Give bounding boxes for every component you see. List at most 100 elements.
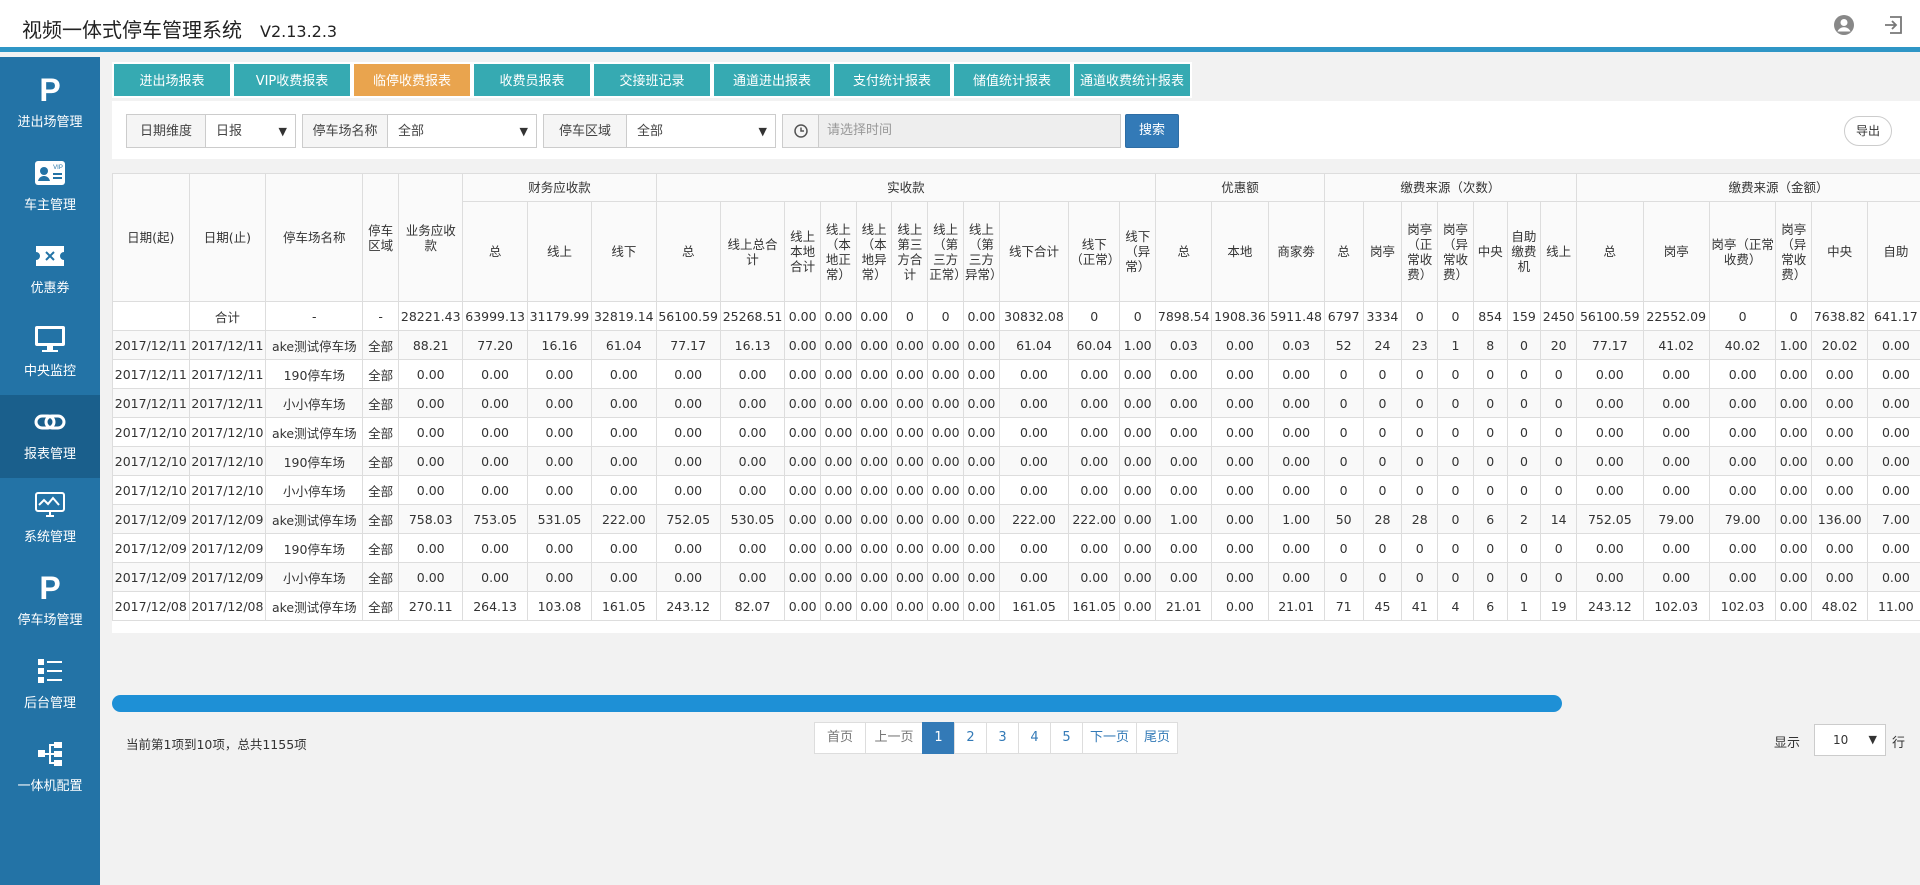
table-cell: 0.00 (1267, 533, 1325, 563)
table-cell: 0.00 (1267, 446, 1325, 476)
table-cell: 0 (1401, 446, 1439, 476)
tab-vip-fee-report[interactable]: VIP收费报表 (232, 62, 352, 98)
table-cell: 0.00 (998, 417, 1070, 447)
column-header: 自助缴费机 (1506, 201, 1542, 302)
last-page-button[interactable]: 尾页 (1136, 722, 1178, 754)
sidebar-item-system[interactable]: 系统管理 (0, 478, 100, 561)
table-cell: 71 (1323, 591, 1364, 621)
table-cell: 0.00 (1775, 475, 1813, 505)
table-cell: 0.00 (719, 562, 786, 592)
table-cell: 2017/12/10 (188, 475, 267, 505)
page-1-button[interactable]: 1 (922, 722, 955, 754)
tab-stored-value-stats[interactable]: 储值统计报表 (952, 62, 1072, 98)
user-account-icon[interactable] (1833, 14, 1855, 36)
first-page-button[interactable]: 首页 (814, 722, 866, 754)
table-cell: 0.00 (1155, 417, 1213, 447)
caret-down-icon: ▼ (758, 125, 767, 138)
table-cell: 0.00 (1811, 533, 1869, 563)
table-cell: 16.13 (719, 330, 786, 360)
logout-icon[interactable] (1882, 14, 1904, 36)
tab-temporary-fee-report[interactable]: 临停收费报表 (352, 62, 472, 98)
table-cell: - (265, 301, 364, 331)
prev-page-button[interactable]: 上一页 (865, 722, 923, 754)
table-cell: 0.00 (784, 359, 821, 389)
sidebar-item-reports[interactable]: 报表管理 (0, 395, 100, 478)
table-cell: 0.00 (1708, 562, 1777, 592)
table-cell: 79.00 (1708, 504, 1777, 534)
tab-entry-exit-report[interactable]: 进出场报表 (112, 62, 232, 98)
sidebar-item-device-config[interactable]: 一体机配置 (0, 727, 100, 810)
tab-cashier-report[interactable]: 收费员报表 (472, 62, 592, 98)
table-cell: 0.00 (891, 591, 929, 621)
sidebar-item-label: 车主管理 (23, 198, 76, 213)
report-table-container[interactable]: 日期(起) 日期(止) 停车场名称 停车区域 业务应收款 财务应收款 实收款 优惠额 缴费来源（… (112, 173, 1920, 633)
table-cell: 全部 (362, 533, 400, 563)
export-button[interactable]: 导出 (1844, 116, 1892, 146)
sidebar-item-backend[interactable]: 后台管理 (0, 644, 100, 727)
table-cell: 0.00 (1119, 446, 1157, 476)
sidebar-item-entry-exit[interactable]: P 进出场管理 (0, 63, 100, 146)
sidebar-item-coupon[interactable]: 优惠券 (0, 229, 100, 312)
table-cell: 0.00 (1068, 388, 1121, 418)
search-button[interactable]: 搜索 (1125, 114, 1179, 148)
table-cell: 全部 (362, 504, 400, 534)
area-select[interactable]: 全部 ▼ (626, 114, 776, 148)
table-cell: 0.00 (655, 562, 721, 592)
table-cell: 0.00 (962, 446, 1000, 476)
table-cell: 0.00 (891, 475, 929, 505)
page-4-button[interactable]: 4 (1018, 722, 1051, 754)
table-cell: 全部 (362, 417, 400, 447)
table-cell: 0.00 (891, 562, 929, 592)
table-cell: 82.07 (719, 591, 786, 621)
next-page-button[interactable]: 下一页 (1082, 722, 1137, 754)
table-cell: 52 (1323, 330, 1364, 360)
table-cell: 0.00 (526, 359, 593, 389)
table-cell: 2017/12/09 (112, 504, 190, 534)
table-cell: 0.00 (462, 359, 528, 389)
table-cell: 0.00 (927, 504, 964, 534)
table-row: 2017/12/10 2017/12/10 190停车场 全部 0.00 0.00 0.00… (112, 446, 1920, 476)
page-3-button[interactable]: 3 (986, 722, 1019, 754)
tab-shift-handover[interactable]: 交接班记录 (592, 62, 712, 98)
tab-lane-report[interactable]: 通道进出报表 (712, 62, 832, 98)
table-cell: 2017/12/09 (188, 504, 267, 534)
table-cell: 0.00 (1119, 388, 1157, 418)
table-cell: 0.00 (962, 504, 1000, 534)
table-cell: 190停车场 (265, 359, 364, 389)
table-cell: 0.00 (927, 562, 964, 592)
table-cell: 0 (1472, 446, 1508, 476)
table-cell: 0 (1401, 475, 1439, 505)
table-cell: 0.00 (819, 591, 857, 621)
page-5-button[interactable]: 5 (1050, 722, 1083, 754)
sidebar-item-monitor[interactable]: 中央监控 (0, 312, 100, 395)
table-cell: 0.00 (962, 388, 1000, 418)
table-cell: 0.00 (784, 533, 821, 563)
table-cell: 21.01 (1155, 591, 1213, 621)
table-cell: 全部 (362, 562, 400, 592)
table-cell: 0.00 (1211, 533, 1269, 563)
table-cell: 0.00 (1775, 359, 1813, 389)
table-cell: 0.00 (962, 359, 1000, 389)
time-range-input[interactable]: 请选择时间 (782, 114, 1121, 148)
tab-payment-stats[interactable]: 支付统计报表 (832, 62, 952, 98)
table-cell: 0 (1540, 388, 1578, 418)
page-size-select[interactable]: 10 ▼ (1814, 724, 1886, 756)
column-header: 停车区域 (362, 173, 400, 302)
sidebar-item-owner[interactable]: VIP 车主管理 (0, 146, 100, 229)
table-cell: 20.02 (1811, 330, 1869, 360)
sidebar-item-parking-lot[interactable]: P 停车场管理 (0, 561, 100, 644)
table-cell: 0 (1775, 301, 1813, 331)
horizontal-scrollbar[interactable] (112, 695, 1562, 712)
pagination-info: 当前第1项到10项，总共1155项 (126, 737, 307, 752)
lot-select[interactable]: 全部 ▼ (387, 114, 537, 148)
column-header: 本地 (1211, 201, 1269, 302)
table-cell: 25268.51 (719, 301, 786, 331)
date-dim-select[interactable]: 日报 ▼ (205, 114, 296, 148)
table-cell: 0.00 (1267, 388, 1325, 418)
time-placeholder: 请选择时间 (827, 123, 893, 138)
tab-lane-fee-stats[interactable]: 通道收费统计报表 (1072, 62, 1192, 98)
table-cell: 0.00 (1119, 533, 1157, 563)
list-icon (33, 656, 67, 686)
page-2-button[interactable]: 2 (954, 722, 987, 754)
table-cell: 28 (1401, 504, 1439, 534)
